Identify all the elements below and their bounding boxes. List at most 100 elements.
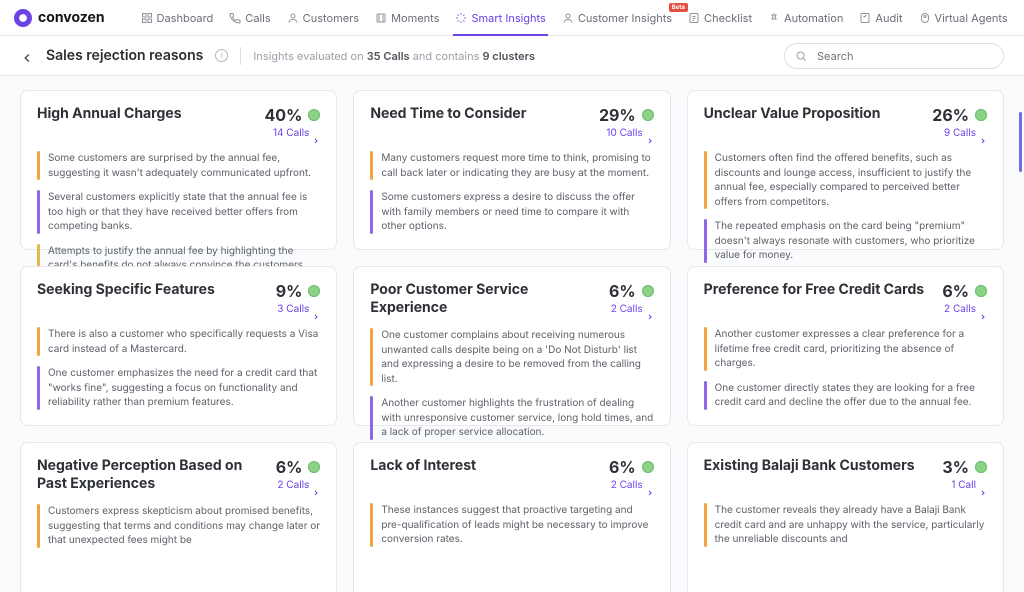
calls-link[interactable]: 3 Calls bbox=[276, 303, 321, 315]
status-dot-icon bbox=[642, 109, 654, 121]
card-header: Poor Customer Service Experience6%2 Call… bbox=[370, 281, 653, 316]
nav-icon bbox=[375, 12, 387, 24]
cluster-card[interactable]: Negative Perception Based on Past Experi… bbox=[20, 442, 337, 592]
cluster-card[interactable]: Need Time to Consider29%10 CallsMany cus… bbox=[353, 90, 670, 250]
insight-list: One customer complains about receiving n… bbox=[370, 328, 653, 440]
calls-count: 14 Calls bbox=[273, 127, 309, 139]
insights-status: Insights evaluated on 35 Calls and conta… bbox=[253, 49, 535, 63]
chevron-right-icon bbox=[646, 305, 654, 313]
insight-item: Customers express skepticism about promi… bbox=[37, 504, 320, 548]
insight-text: These instances suggest that proactive t… bbox=[381, 503, 653, 547]
cluster-meta: 40% 14 Calls bbox=[264, 105, 320, 139]
cluster-meta: 3% 1 Call bbox=[942, 457, 987, 491]
cluster-card[interactable]: High Annual Charges40%14 CallsSome custo… bbox=[20, 90, 337, 250]
insight-list: Some customers are surprised by the annu… bbox=[37, 151, 320, 273]
back-button[interactable] bbox=[20, 49, 34, 63]
calls-link[interactable]: 9 Calls bbox=[932, 127, 987, 139]
status-dot-icon bbox=[642, 285, 654, 297]
nav-label: Customer Insights bbox=[578, 11, 672, 25]
insight-text: Another customer highlights the frustrat… bbox=[381, 396, 653, 440]
nav-item-checklist[interactable]: Checklist bbox=[688, 11, 752, 25]
subheader: Sales rejection reasons i Insights evalu… bbox=[0, 36, 1024, 76]
calls-link[interactable]: 1 Call bbox=[942, 479, 987, 491]
insight-accent bbox=[37, 190, 40, 234]
nav-item-calls[interactable]: Calls bbox=[229, 11, 270, 25]
cluster-grid: High Annual Charges40%14 CallsSome custo… bbox=[0, 76, 1024, 592]
nav-item-automation[interactable]: Automation bbox=[768, 11, 843, 25]
card-header: Need Time to Consider29%10 Calls bbox=[370, 105, 653, 139]
brand-logo-icon bbox=[14, 9, 32, 27]
cluster-card[interactable]: Lack of Interest6%2 CallsThese instances… bbox=[353, 442, 670, 592]
insight-text: Customers express skepticism about promi… bbox=[48, 504, 320, 548]
calls-link[interactable]: 14 Calls bbox=[264, 127, 320, 139]
nav-label: Dashboard bbox=[157, 11, 214, 25]
nav-icon bbox=[562, 12, 574, 24]
insight-item: These instances suggest that proactive t… bbox=[370, 503, 653, 547]
nav-item-moments[interactable]: Moments bbox=[375, 11, 439, 25]
nav-label: Audit bbox=[875, 11, 902, 25]
insight-text: Some customers express a desire to discu… bbox=[381, 190, 653, 234]
nav-icon bbox=[287, 12, 299, 24]
cluster-card[interactable]: Poor Customer Service Experience6%2 Call… bbox=[353, 266, 670, 426]
cluster-title: Poor Customer Service Experience bbox=[370, 281, 599, 316]
nav-label: Calls bbox=[245, 11, 270, 25]
chevron-right-icon bbox=[646, 481, 654, 489]
cluster-card[interactable]: Seeking Specific Features9%3 CallsThere … bbox=[20, 266, 337, 426]
insight-text: The customer reveals they already have a… bbox=[715, 503, 987, 547]
insight-accent bbox=[704, 503, 707, 547]
nav-item-audit[interactable]: Audit bbox=[859, 11, 902, 25]
nav-label: Customers bbox=[303, 11, 359, 25]
cluster-card[interactable]: Unclear Value Proposition26%9 CallsCusto… bbox=[687, 90, 1004, 250]
insight-item: Another customer highlights the frustrat… bbox=[370, 396, 653, 440]
cluster-title: Preference for Free Credit Cards bbox=[704, 281, 933, 299]
search-field[interactable] bbox=[815, 48, 993, 64]
nav-item-customers[interactable]: Customers bbox=[287, 11, 359, 25]
calls-link[interactable]: 2 Calls bbox=[609, 303, 654, 315]
page-title: Sales rejection reasons bbox=[46, 47, 203, 64]
insight-accent bbox=[704, 219, 707, 263]
cluster-percentage: 29% bbox=[599, 105, 636, 125]
cluster-meta: 29% 10 Calls bbox=[599, 105, 654, 139]
calls-link[interactable]: 2 Calls bbox=[609, 479, 654, 491]
status-dot-icon bbox=[642, 461, 654, 473]
insight-accent bbox=[370, 503, 373, 547]
card-header: Seeking Specific Features9%3 Calls bbox=[37, 281, 320, 315]
nav-item-smart-insights[interactable]: Smart Insights bbox=[455, 11, 545, 25]
insight-item: One customer complains about receiving n… bbox=[370, 328, 653, 386]
insight-item: The customer reveals they already have a… bbox=[704, 503, 987, 547]
search-input[interactable] bbox=[784, 43, 1004, 69]
calls-count: 9 Calls bbox=[944, 127, 976, 139]
nav-item-dashboard[interactable]: Dashboard bbox=[141, 11, 214, 25]
chevron-right-icon bbox=[979, 129, 987, 137]
info-icon[interactable]: i bbox=[215, 49, 228, 62]
insight-item: Some customers express a desire to discu… bbox=[370, 190, 653, 234]
beta-badge: Beta bbox=[669, 3, 688, 12]
card-header: Preference for Free Credit Cards6%2 Call… bbox=[704, 281, 987, 315]
calls-count: 1 Call bbox=[951, 479, 976, 491]
cluster-title: Lack of Interest bbox=[370, 457, 599, 475]
cluster-percentage: 3% bbox=[942, 457, 969, 477]
chevron-right-icon bbox=[312, 481, 320, 489]
nav-item-customer-insights[interactable]: Customer InsightsBeta bbox=[562, 11, 672, 25]
scrollbar-thumb[interactable] bbox=[1019, 112, 1022, 172]
nav-icon bbox=[688, 12, 700, 24]
cluster-percentage: 40% bbox=[264, 105, 302, 125]
calls-link[interactable]: 10 Calls bbox=[599, 127, 654, 139]
card-header: Existing Balaji Bank Customers3%1 Call bbox=[704, 457, 987, 491]
chevron-right-icon bbox=[646, 129, 654, 137]
insight-list: These instances suggest that proactive t… bbox=[370, 503, 653, 547]
nav-icon bbox=[859, 12, 871, 24]
nav-icon bbox=[141, 12, 153, 24]
calls-link[interactable]: 2 Calls bbox=[942, 303, 987, 315]
nav-label: Checklist bbox=[704, 11, 752, 25]
calls-link[interactable]: 2 Calls bbox=[276, 479, 321, 491]
calls-count: 2 Calls bbox=[611, 479, 643, 491]
cluster-card[interactable]: Preference for Free Credit Cards6%2 Call… bbox=[687, 266, 1004, 426]
insight-accent bbox=[37, 151, 40, 180]
cluster-card[interactable]: Existing Balaji Bank Customers3%1 CallTh… bbox=[687, 442, 1004, 592]
nav-label: Virtual Agents bbox=[935, 11, 1008, 25]
calls-count: 2 Calls bbox=[944, 303, 976, 315]
brand-logo[interactable]: convozen bbox=[14, 9, 105, 27]
nav-item-virtual-agents[interactable]: Virtual Agents bbox=[919, 11, 1008, 25]
calls-count: 2 Calls bbox=[277, 479, 309, 491]
